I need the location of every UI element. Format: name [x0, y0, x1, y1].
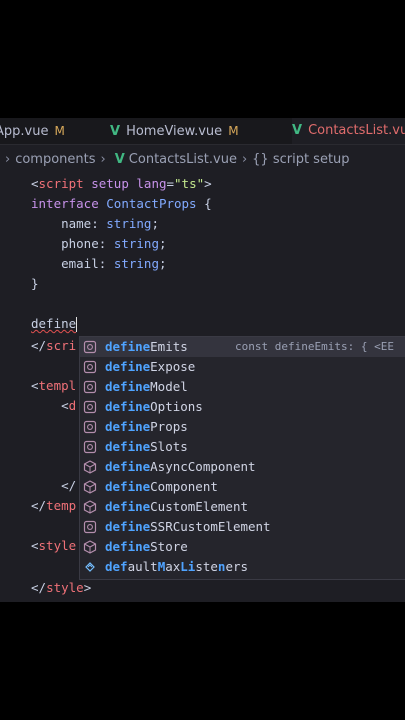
tab-label: ContactsList.vue [308, 123, 405, 138]
breadcrumb-item-file[interactable]: ContactsList.vue [129, 152, 237, 167]
vue-file-icon: V [292, 123, 303, 138]
suggestion-item[interactable]: defineStore [80, 537, 405, 557]
code-line[interactable]: <style [31, 536, 76, 556]
code-line-current[interactable]: define [31, 314, 78, 334]
code-line[interactable]: </temp [31, 496, 76, 516]
suggestion-label: defineStore [105, 539, 188, 554]
suggestion-item[interactable]: defineOptions [80, 397, 405, 417]
modified-badge: M [54, 124, 65, 138]
code-line[interactable]: interface ContactProps { [31, 194, 212, 214]
cube-outline-icon [83, 440, 97, 454]
suggestion-label: defaultMaxListeners [105, 559, 249, 574]
code-line[interactable]: name: string; [31, 214, 159, 234]
suggestion-label: defineSSRCustomElement [105, 519, 271, 534]
code-line[interactable]: </scri [31, 336, 76, 356]
code-line[interactable]: email: string; [31, 254, 166, 274]
code-line[interactable]: </style> [31, 578, 91, 598]
chevron-right-icon: › [241, 152, 248, 167]
braces-icon: {} [252, 152, 269, 167]
cube-outline-icon [83, 380, 97, 394]
cube-outline-icon [83, 520, 97, 534]
cube-outline-icon [83, 360, 97, 374]
cube-outline-icon [83, 420, 97, 434]
editor-window: App.vue M V HomeView.vue M V ContactsList.vu… [0, 118, 405, 602]
vue-file-icon: V [110, 124, 121, 139]
cube-outline-icon [83, 340, 97, 354]
tab-label: HomeView.vue [126, 124, 223, 139]
suggestion-item[interactable]: defineCustomElement [80, 497, 405, 517]
suggestion-item[interactable]: defineProps [80, 417, 405, 437]
suggestion-item[interactable]: defineEmits const defineEmits: { <EE [80, 337, 405, 357]
text-cursor [76, 317, 78, 332]
code-line[interactable]: } [31, 274, 39, 294]
suggestion-label: defineAsyncComponent [105, 459, 256, 474]
code-line[interactable]: phone: string; [31, 234, 166, 254]
modified-badge: M [228, 124, 239, 138]
suggestion-item[interactable]: defaultMaxListeners [80, 557, 405, 577]
suggestion-label: defineComponent [105, 479, 218, 494]
suggestion-item[interactable]: defineAsyncComponent [80, 457, 405, 477]
suggestion-item[interactable]: defineSlots [80, 437, 405, 457]
breadcrumb: › components › V ContactsList.vue › {} script … [0, 150, 350, 170]
suggestion-label: defineExpose [105, 359, 196, 374]
suggestion-item[interactable]: defineComponent [80, 477, 405, 497]
code-line[interactable]: <d [31, 396, 76, 416]
cube-filled-icon [83, 460, 97, 474]
suggestion-label: defineOptions [105, 399, 203, 414]
suggestion-item[interactable]: defineModel [80, 377, 405, 397]
suggestion-label: defineCustomElement [105, 499, 248, 514]
cube-filled-icon [83, 540, 97, 554]
tab-homeview-vue[interactable]: V HomeView.vue M [110, 118, 239, 144]
tab-label: App.vue [0, 124, 49, 139]
cube-filled-icon [83, 500, 97, 514]
variable-icon [83, 560, 97, 574]
autocomplete-suggestions: defineEmits const defineEmits: { <EE defin… [79, 336, 405, 580]
suggestion-label: defineEmits [105, 339, 188, 354]
cube-outline-icon [83, 400, 97, 414]
suggestion-label: defineSlots [105, 439, 188, 454]
code-line[interactable]: <script setup lang="ts"> [31, 174, 212, 194]
tab-app-vue[interactable]: App.vue M [0, 118, 65, 144]
code-line[interactable]: </ [31, 476, 76, 496]
chevron-right-icon: › [5, 152, 11, 167]
tab-contactslist-vue[interactable]: V ContactsList.vue [292, 118, 405, 144]
suggestion-label: defineModel [105, 379, 188, 394]
chevron-right-icon: › [100, 152, 106, 167]
cube-filled-icon [83, 480, 97, 494]
suggestion-label: defineProps [105, 419, 188, 434]
breadcrumb-item-script-setup[interactable]: script setup [273, 152, 350, 167]
breadcrumb-item-components[interactable]: components [15, 152, 95, 167]
suggestion-item[interactable]: defineSSRCustomElement [80, 517, 405, 537]
tab-bar: App.vue M V HomeView.vue M V ContactsList.vu… [0, 118, 405, 145]
vue-file-icon: V [114, 152, 125, 167]
code-line[interactable]: <templ [31, 376, 76, 396]
suggestion-item[interactable]: defineExpose [80, 357, 405, 377]
suggestion-detail: const defineEmits: { <EE [235, 340, 394, 353]
